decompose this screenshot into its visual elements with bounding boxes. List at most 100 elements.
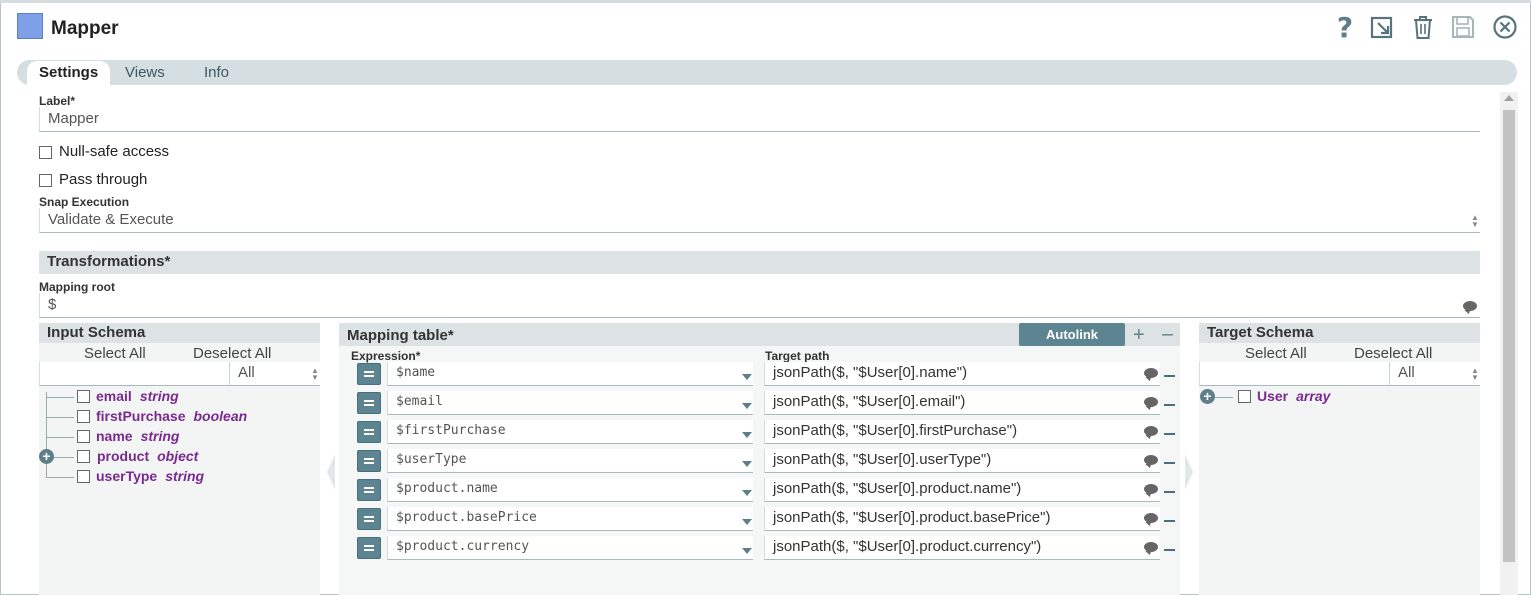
comment-icon[interactable] bbox=[1144, 484, 1158, 494]
remove-mapping-icon[interactable] bbox=[1164, 549, 1175, 551]
mapping-expression-toggle[interactable] bbox=[357, 392, 381, 414]
tree-line bbox=[46, 392, 47, 478]
help-icon[interactable]: ? bbox=[1330, 11, 1360, 44]
input-filter-select[interactable]: All bbox=[229, 362, 320, 386]
comment-icon[interactable] bbox=[1463, 301, 1477, 311]
remove-mapping-icon[interactable] bbox=[1164, 462, 1175, 464]
input-filter-field[interactable] bbox=[39, 362, 229, 386]
tab-settings[interactable]: Settings bbox=[27, 61, 111, 85]
comment-icon[interactable] bbox=[1144, 368, 1158, 378]
tab-views[interactable]: Views bbox=[125, 61, 165, 85]
mapping-expression-toggle[interactable] bbox=[357, 479, 381, 501]
comment-icon[interactable] bbox=[1144, 513, 1158, 523]
target-path-input[interactable]: jsonPath($, "$User[0].name") bbox=[764, 362, 1160, 386]
target-path-input[interactable]: jsonPath($, "$User[0].email") bbox=[764, 391, 1160, 415]
pass-through-label: Pass through bbox=[59, 171, 148, 188]
target-path-input[interactable]: jsonPath($, "$User[0].product.name") bbox=[764, 478, 1160, 502]
dropdown-arrow-icon[interactable] bbox=[742, 403, 752, 409]
target-select-all[interactable]: Select All bbox=[1245, 345, 1307, 362]
target-path-input[interactable]: jsonPath($, "$User[0].product.currency") bbox=[764, 536, 1160, 560]
expand-plus-icon[interactable]: + bbox=[39, 449, 54, 464]
schema-field[interactable]: userType string bbox=[96, 468, 204, 484]
dropdown-arrow-icon[interactable] bbox=[742, 548, 752, 554]
dropdown-arrow-icon[interactable] bbox=[742, 490, 752, 496]
pass-through-checkbox[interactable] bbox=[39, 174, 52, 187]
remove-mapping-icon[interactable] bbox=[1164, 520, 1175, 522]
transformations-heading: Transformations* bbox=[39, 251, 1480, 274]
tree-line bbox=[46, 437, 74, 438]
expand-plus-icon[interactable]: + bbox=[1200, 389, 1215, 404]
target-filter-select[interactable]: All bbox=[1389, 362, 1480, 386]
expression-input[interactable]: $product.currency bbox=[387, 536, 753, 560]
comment-icon[interactable] bbox=[1144, 397, 1158, 407]
dropdown-arrow-icon[interactable] bbox=[742, 519, 752, 525]
schema-field[interactable]: product object bbox=[97, 448, 198, 464]
schema-checkbox[interactable] bbox=[77, 450, 90, 463]
snap-execution-select[interactable]: Validate & Execute bbox=[39, 208, 1480, 233]
schema-checkbox[interactable] bbox=[77, 390, 90, 403]
expression-input[interactable]: $email bbox=[387, 391, 753, 415]
mapping-expression-toggle[interactable] bbox=[357, 508, 381, 530]
scroll-up-arrow[interactable] bbox=[1504, 95, 1514, 101]
export-icon[interactable] bbox=[1367, 12, 1397, 42]
label-input[interactable]: Mapper bbox=[39, 107, 1480, 132]
schema-checkbox[interactable] bbox=[77, 410, 90, 423]
expression-input[interactable]: $product.name bbox=[387, 478, 753, 502]
mapping-expression-toggle[interactable] bbox=[357, 537, 381, 559]
expression-input[interactable]: $firstPurchase bbox=[387, 420, 753, 444]
mapping-root-input[interactable]: $ bbox=[39, 293, 1480, 318]
input-select-all[interactable]: Select All bbox=[84, 345, 146, 362]
tab-bar bbox=[17, 60, 1517, 85]
mapping-expression-toggle[interactable] bbox=[357, 363, 381, 385]
schema-field[interactable]: name string bbox=[96, 428, 179, 444]
dropdown-arrow-icon[interactable] bbox=[742, 374, 752, 380]
remove-mapping-icon[interactable] bbox=[1164, 491, 1175, 493]
target-path-caption: Target path bbox=[765, 349, 830, 363]
target-path-input[interactable]: jsonPath($, "$User[0].firstPurchase") bbox=[764, 420, 1160, 444]
remove-mapping-icon[interactable] bbox=[1164, 404, 1175, 406]
autolink-button[interactable]: Autolink bbox=[1019, 323, 1125, 346]
add-row-button[interactable]: + bbox=[1133, 325, 1145, 345]
tree-line bbox=[1215, 397, 1233, 398]
remove-row-button[interactable]: – bbox=[1162, 324, 1173, 344]
expression-caption: Expression* bbox=[351, 349, 421, 363]
collapse-right-chevron-icon[interactable] bbox=[1185, 454, 1193, 490]
close-icon[interactable] bbox=[1490, 12, 1520, 42]
comment-icon[interactable] bbox=[1144, 455, 1158, 465]
select-updown-icon: ▲ ▼ bbox=[311, 366, 319, 382]
mapping-expression-toggle[interactable] bbox=[357, 450, 381, 472]
target-deselect-all[interactable]: Deselect All bbox=[1354, 345, 1432, 362]
schema-checkbox[interactable] bbox=[1238, 390, 1251, 403]
target-schema-heading: Target Schema bbox=[1199, 323, 1480, 343]
dropdown-arrow-icon[interactable] bbox=[742, 432, 752, 438]
tab-info[interactable]: Info bbox=[204, 61, 229, 85]
remove-mapping-icon[interactable] bbox=[1164, 375, 1175, 377]
remove-mapping-icon[interactable] bbox=[1164, 433, 1175, 435]
schema-field[interactable]: email string bbox=[96, 388, 179, 404]
select-updown-icon: ▲ ▼ bbox=[1471, 366, 1479, 382]
expression-input[interactable]: $product.basePrice bbox=[387, 507, 753, 531]
schema-checkbox[interactable] bbox=[77, 430, 90, 443]
target-path-input[interactable]: jsonPath($, "$User[0].product.basePrice"… bbox=[764, 507, 1160, 531]
schema-field[interactable]: firstPurchase boolean bbox=[96, 408, 247, 424]
expression-input[interactable]: $userType bbox=[387, 449, 753, 473]
comment-icon[interactable] bbox=[1144, 426, 1158, 436]
scrollbar-thumb[interactable] bbox=[1503, 110, 1515, 562]
dropdown-arrow-icon[interactable] bbox=[742, 461, 752, 467]
schema-checkbox[interactable] bbox=[77, 470, 90, 483]
trash-icon[interactable] bbox=[1408, 12, 1438, 42]
schema-field[interactable]: User array bbox=[1257, 388, 1330, 404]
save-icon[interactable] bbox=[1448, 12, 1478, 42]
input-deselect-all[interactable]: Deselect All bbox=[193, 345, 271, 362]
expression-input[interactable]: $name bbox=[387, 362, 753, 386]
label-caption: Label* bbox=[39, 94, 76, 108]
null-safe-checkbox[interactable] bbox=[39, 146, 52, 159]
target-filter-field[interactable] bbox=[1199, 362, 1389, 386]
comment-icon[interactable] bbox=[1144, 542, 1158, 552]
target-path-input[interactable]: jsonPath($, "$User[0].userType") bbox=[764, 449, 1160, 473]
mapping-expression-toggle[interactable] bbox=[357, 421, 381, 443]
tree-line bbox=[46, 477, 74, 478]
top-strip bbox=[0, 0, 1531, 3]
collapse-left-chevron-icon[interactable] bbox=[327, 454, 335, 490]
mapper-snap-icon bbox=[17, 13, 43, 39]
